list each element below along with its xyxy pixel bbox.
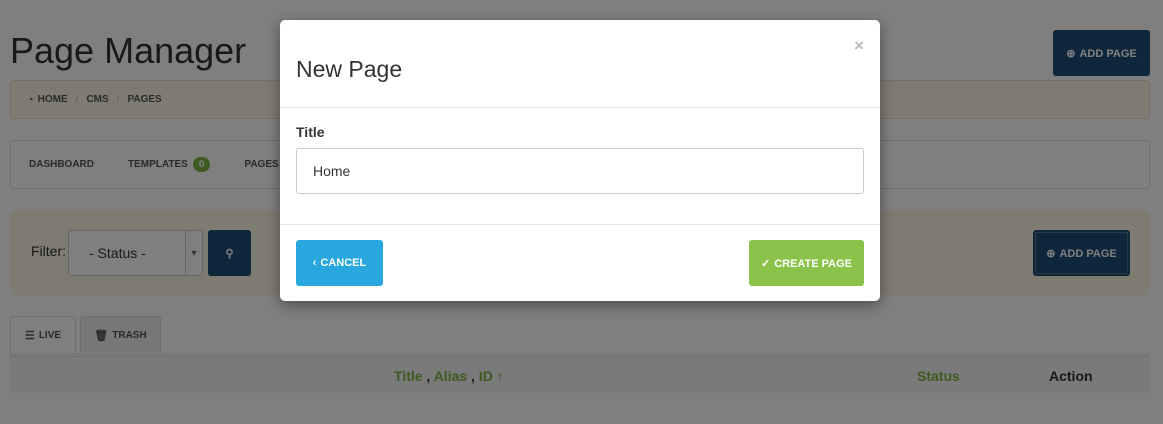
- check-circle-icon: ✓: [760, 257, 771, 270]
- close-icon[interactable]: ×: [854, 36, 864, 56]
- title-input[interactable]: [296, 148, 864, 194]
- chevron-left-icon: ‹: [312, 257, 317, 269]
- create-page-label: CREATE PAGE: [774, 257, 853, 270]
- cancel-label: CANCEL: [320, 257, 367, 269]
- modal-title: New Page: [296, 56, 403, 82]
- modal-body: Title: [280, 108, 880, 225]
- title-field-label: Title: [296, 124, 325, 140]
- create-page-button[interactable]: ✓ CREATE PAGE: [749, 240, 864, 286]
- modal-header: New Page ×: [280, 20, 880, 108]
- new-page-modal: New Page × Title ‹CANCEL ✓CREATE PAGE: [280, 20, 880, 301]
- cancel-button[interactable]: ‹ CANCEL: [296, 240, 383, 286]
